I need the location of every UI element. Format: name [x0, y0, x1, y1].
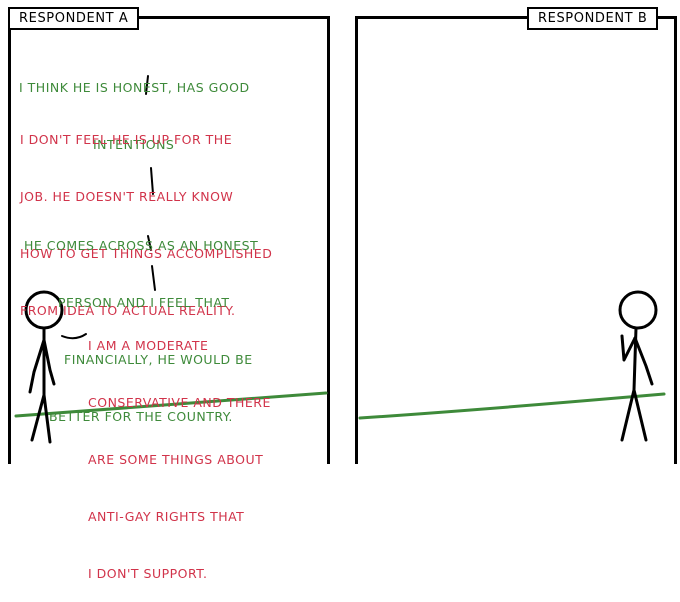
statement-4-line-4: ANTI-GAY RIGHTS THAT — [88, 509, 245, 524]
statement-4: I AM A MODERATE CONSERVATIVE AND THERE A… — [88, 298, 271, 602]
statement-4-line-2: CONSERVATIVE AND THERE — [88, 395, 271, 410]
statement-4-line-5: I DON'T SUPPORT. — [88, 566, 208, 581]
panel-label-a: RESPONDENT A — [8, 7, 140, 30]
statement-4-line-3: ARE SOME THINGS ABOUT — [88, 452, 264, 467]
statement-3-line-1: HE COMES ACROSS AS AN HONEST — [24, 238, 259, 253]
ground-line-b — [358, 392, 666, 420]
stick-figure-b — [618, 290, 658, 442]
panel-label-b: RESPONDENT B — [527, 7, 659, 30]
statement-4-line-1: I AM A MODERATE — [88, 338, 209, 353]
statement-2-line-1: I DON'T FEEL HE IS UP FOR THE — [20, 132, 233, 147]
